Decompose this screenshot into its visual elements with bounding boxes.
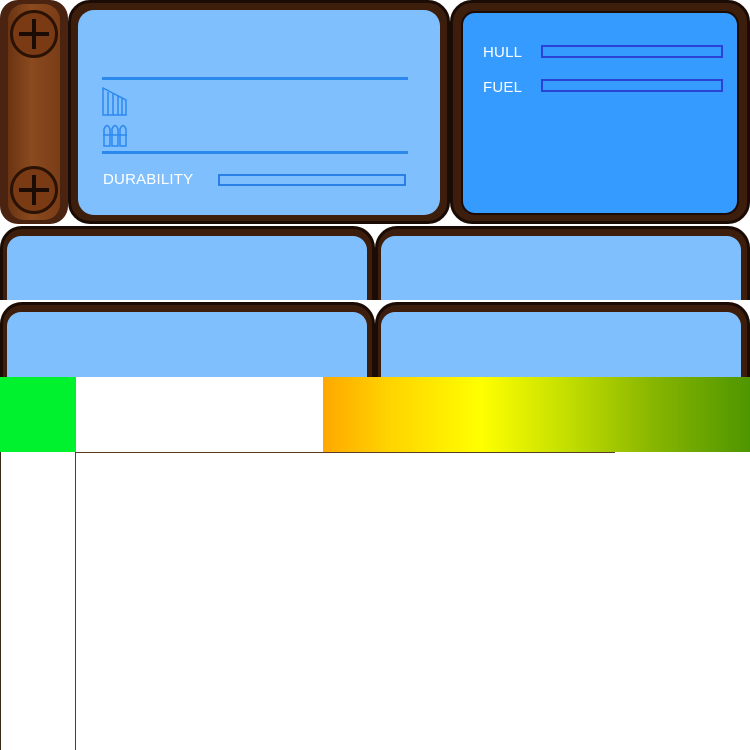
status-panel: HULL FUEL xyxy=(461,11,739,215)
white-swatch xyxy=(76,377,323,452)
status-panel-frame: HULL FUEL xyxy=(450,0,750,224)
durability-panel: DURABILITY xyxy=(78,10,440,215)
slot-panel-1-frame xyxy=(0,226,375,300)
screw-top-icon xyxy=(10,10,58,58)
ammo-icon xyxy=(102,119,130,147)
fuel-label: FUEL xyxy=(483,79,523,96)
slot-panel-1 xyxy=(7,236,367,300)
divider-top xyxy=(102,77,408,80)
gradient-swatch xyxy=(323,377,750,452)
guide-line-left-edge xyxy=(0,452,1,750)
slot-panel-4-frame xyxy=(375,302,750,377)
green-swatch xyxy=(0,377,76,452)
hull-bar xyxy=(541,45,723,58)
screw-bottom-icon xyxy=(10,166,58,214)
durability-bar xyxy=(218,174,406,186)
slot-panel-4 xyxy=(381,312,741,377)
guide-line-vertical xyxy=(75,452,76,750)
slot-panel-2 xyxy=(381,236,741,300)
fuel-bar xyxy=(541,79,723,92)
guide-line-horizontal xyxy=(76,452,615,453)
durability-label: DURABILITY xyxy=(103,171,194,188)
signal-bars-icon xyxy=(102,86,130,116)
slot-panel-2-frame xyxy=(375,226,750,300)
slot-panel-3 xyxy=(7,312,367,377)
slot-panel-3-frame xyxy=(0,302,375,377)
hull-label: HULL xyxy=(483,44,523,61)
hinge-bar xyxy=(0,0,68,224)
durability-panel-frame: DURABILITY xyxy=(68,0,450,224)
divider-bottom xyxy=(102,151,408,154)
